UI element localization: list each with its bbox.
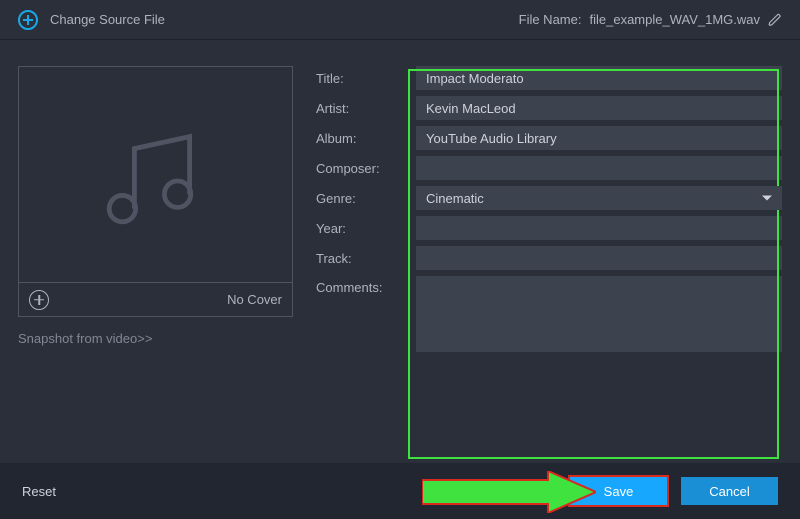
file-name-label: File Name: [519, 12, 582, 27]
change-source-link[interactable]: Change Source File [50, 12, 165, 27]
plus-icon[interactable] [18, 10, 38, 30]
reset-button[interactable]: Reset [22, 484, 56, 499]
title-label: Title: [316, 71, 416, 86]
cover-art-box: No Cover [18, 66, 293, 317]
year-label: Year: [316, 221, 416, 236]
edit-icon[interactable] [768, 13, 782, 27]
track-input[interactable] [416, 246, 782, 270]
chevron-down-icon [762, 196, 772, 201]
add-cover-button[interactable] [29, 290, 49, 310]
file-name-value: file_example_WAV_1MG.wav [589, 12, 760, 27]
cancel-button-label: Cancel [709, 484, 749, 499]
comments-label: Comments: [316, 276, 416, 295]
artist-label: Artist: [316, 101, 416, 116]
genre-select-value: Cinematic [426, 191, 484, 206]
content-area: No Cover Snapshot from video>> Title: Ar… [0, 40, 800, 463]
album-input[interactable] [416, 126, 782, 150]
track-label: Track: [316, 251, 416, 266]
cover-column: No Cover Snapshot from video>> [18, 66, 316, 463]
genre-select[interactable]: Cinematic [416, 186, 782, 210]
metadata-form: Title: Artist: Album: Composer: Genre: C… [316, 66, 782, 463]
no-cover-label: No Cover [227, 292, 282, 307]
album-label: Album: [316, 131, 416, 146]
comments-input[interactable] [416, 276, 782, 352]
save-button[interactable]: Save [570, 477, 667, 505]
music-note-icon [96, 115, 216, 235]
footer-bar: Reset Save Cancel [0, 463, 800, 519]
composer-input[interactable] [416, 156, 782, 180]
cancel-button[interactable]: Cancel [681, 477, 778, 505]
header-bar: Change Source File File Name: file_examp… [0, 0, 800, 40]
artist-input[interactable] [416, 96, 782, 120]
cover-footer: No Cover [19, 282, 292, 316]
title-input[interactable] [416, 66, 782, 90]
year-input[interactable] [416, 216, 782, 240]
composer-label: Composer: [316, 161, 416, 176]
snapshot-from-video-link[interactable]: Snapshot from video>> [18, 331, 316, 346]
cover-art-placeholder [19, 67, 292, 282]
genre-label: Genre: [316, 191, 416, 206]
file-name-group: File Name: file_example_WAV_1MG.wav [519, 12, 782, 27]
save-button-label: Save [604, 484, 634, 499]
